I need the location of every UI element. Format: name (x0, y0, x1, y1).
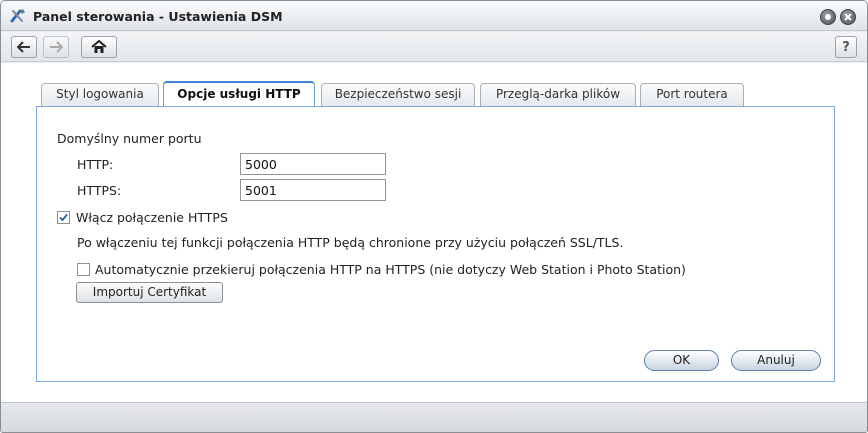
status-bar (1, 402, 867, 432)
tab-router-port[interactable]: Port routera (640, 83, 744, 106)
http-options-panel: Domyślny numer portu HTTP: HTTPS: Włącz … (36, 106, 835, 382)
http-port-label: HTTP: (77, 157, 114, 172)
minimize-icon (825, 14, 831, 20)
http-port-input[interactable] (240, 153, 386, 175)
help-button[interactable]: ? (835, 36, 857, 58)
arrow-right-icon (50, 41, 63, 53)
tab-login-style[interactable]: Styl logowania (41, 83, 159, 106)
tab-session-security[interactable]: Bezpieczeństwo sesji (321, 83, 475, 106)
tab-file-browser[interactable]: Przeglą-darka plików (480, 83, 636, 106)
import-certificate-button[interactable]: Importuj Certyfikat (76, 282, 223, 303)
button-label: Anuluj (757, 353, 795, 367)
home-icon (91, 40, 107, 53)
toolbar: ? (1, 32, 867, 62)
tab-label: Port routera (656, 87, 728, 101)
enable-https-checkbox[interactable] (57, 211, 70, 224)
https-port-input[interactable] (240, 179, 386, 201)
tab-http-options[interactable]: Opcje usługi HTTP (163, 81, 315, 107)
arrow-left-icon (17, 41, 30, 53)
close-icon (844, 13, 852, 21)
control-panel-app-icon (10, 9, 25, 23)
https-note-text: Po włączeniu tej funkcji połączenia HTTP… (77, 235, 624, 250)
title-bar[interactable]: Panel sterowania - Ustawienia DSM (1, 1, 867, 31)
tab-label: Przeglą-darka plików (495, 87, 621, 101)
ok-button[interactable]: OK (644, 350, 719, 371)
default-port-heading: Domyślny numer portu (57, 131, 202, 146)
forward-button[interactable] (43, 36, 69, 58)
redirect-https-checkbox[interactable] (77, 263, 90, 276)
redirect-https-label[interactable]: Automatycznie przekieruj połączenia HTTP… (95, 262, 686, 277)
home-button[interactable] (81, 36, 117, 58)
tab-label: Opcje usługi HTTP (177, 87, 301, 101)
checkmark-icon (59, 213, 68, 222)
https-port-label: HTTPS: (77, 183, 122, 198)
button-label: Importuj Certyfikat (92, 285, 207, 299)
tab-label: Styl logowania (56, 87, 144, 101)
tab-label: Bezpieczeństwo sesji (334, 87, 462, 101)
minimize-button[interactable] (820, 9, 836, 25)
enable-https-label[interactable]: Włącz połączenie HTTPS (76, 210, 228, 225)
button-label: OK (672, 353, 691, 367)
close-button[interactable] (840, 9, 856, 25)
back-button[interactable] (11, 36, 37, 58)
settings-content: Styl logowania Opcje usługi HTTP Bezpiec… (1, 63, 867, 402)
window-title: Panel sterowania - Ustawienia DSM (33, 9, 283, 24)
control-panel-window: Panel sterowania - Ustawienia DSM ? Styl… (0, 0, 868, 433)
help-icon: ? (842, 39, 850, 55)
cancel-button[interactable]: Anuluj (731, 350, 821, 371)
